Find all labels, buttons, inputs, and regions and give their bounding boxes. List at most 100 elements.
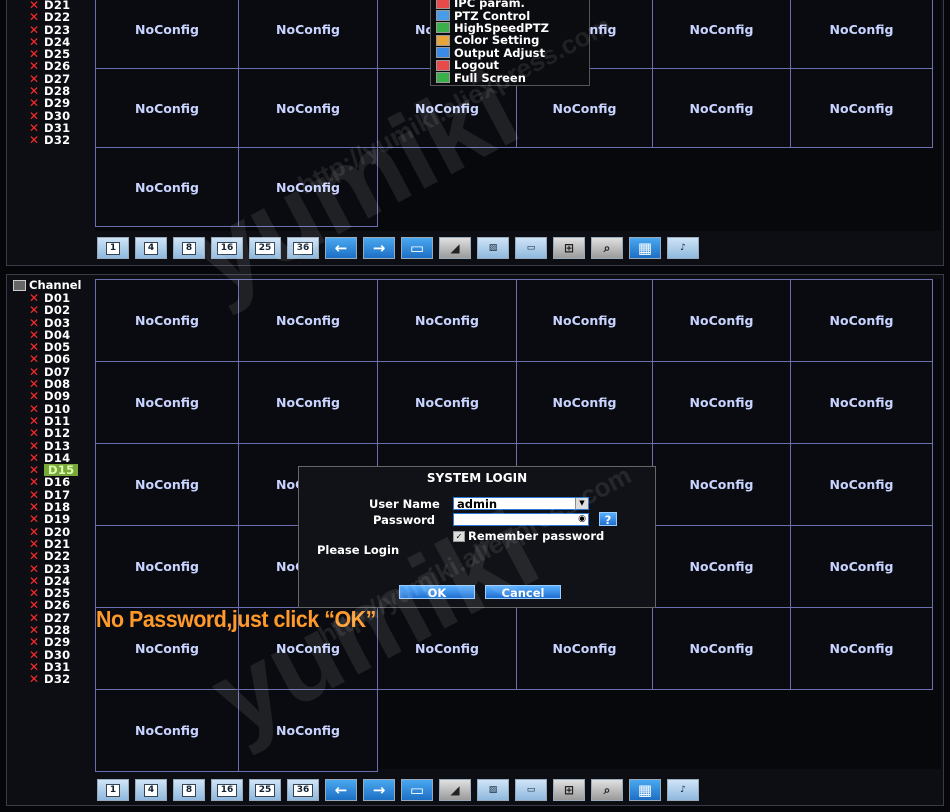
video-cell[interactable]: NoConfig [652, 0, 791, 69]
channel-item[interactable]: ✕ D09 [11, 389, 97, 404]
ok-button[interactable]: OK [399, 585, 475, 600]
video-cell[interactable]: NoConfig [652, 68, 791, 148]
video-cell[interactable]: NoConfig [790, 607, 933, 690]
channel-item[interactable]: ✕ D26 [11, 599, 97, 612]
video-cell[interactable]: NoConfig [652, 443, 791, 526]
password-input[interactable]: ◉ [453, 513, 589, 526]
cell-status-label: NoConfig [829, 395, 894, 410]
tour-button[interactable]: ▭ [401, 237, 433, 259]
video-cell[interactable]: NoConfig [95, 0, 239, 69]
channel-item[interactable]: ✕ D23 [11, 562, 97, 575]
layout-4-button[interactable]: 4 [135, 779, 167, 801]
layout-25-button[interactable]: 25 [249, 779, 281, 801]
layout-1-button[interactable]: 1 [97, 237, 129, 259]
output-button[interactable]: ▭ [515, 237, 547, 259]
channel-item[interactable]: ✕ D32 [11, 134, 97, 147]
context-menu-item[interactable]: HighSpeedPTZ [431, 21, 589, 35]
video-cell[interactable]: NoConfig [516, 279, 653, 362]
channel-item[interactable]: ✕ D22 [11, 11, 97, 24]
eye-icon[interactable]: ◉ [576, 514, 588, 525]
channel-item[interactable]: ✕ D19 [11, 513, 97, 526]
audio-button[interactable]: ♪ [667, 779, 699, 801]
channel-list-header[interactable]: Channel [11, 278, 97, 292]
video-cell[interactable]: NoConfig [238, 361, 378, 444]
layout-16-button[interactable]: 16 [211, 237, 243, 259]
network-button[interactable]: ⊞ [553, 237, 585, 259]
remember-checkbox[interactable]: ✓ [453, 530, 465, 542]
video-cell[interactable]: NoConfig [238, 68, 378, 148]
color-button[interactable]: ▨ [477, 237, 509, 259]
context-menu-item[interactable]: Logout [431, 58, 589, 72]
username-select[interactable]: admin ▼ [453, 497, 589, 511]
video-cell[interactable]: NoConfig [95, 147, 239, 227]
layout-36-button[interactable]: 36 [287, 779, 319, 801]
video-cell[interactable]: NoConfig [652, 279, 791, 362]
audio-button[interactable]: ♪ [667, 237, 699, 259]
video-cell[interactable]: NoConfig [516, 361, 653, 444]
layout-16-button[interactable]: 16 [211, 779, 243, 801]
video-cell[interactable]: NoConfig [95, 525, 239, 608]
video-cell[interactable]: NoConfig [95, 68, 239, 148]
next-page-button[interactable]: → [363, 779, 395, 801]
channel-item[interactable]: ✕ D06 [11, 353, 97, 366]
ptz-button[interactable]: ◢ [439, 237, 471, 259]
video-cell[interactable]: NoConfig [238, 147, 378, 227]
qr-button[interactable]: ▦ [629, 237, 661, 259]
search-button[interactable]: ⌕ [591, 237, 623, 259]
video-cell[interactable]: NoConfig [516, 607, 653, 690]
cancel-button[interactable]: Cancel [485, 585, 561, 600]
layout-1-button[interactable]: 1 [97, 779, 129, 801]
layout-8-button[interactable]: 8 [173, 237, 205, 259]
ptz-button[interactable]: ◢ [439, 779, 471, 801]
video-cell[interactable]: NoConfig [238, 0, 378, 69]
video-cell[interactable]: NoConfig [377, 607, 517, 690]
channel-item[interactable]: ✕ D12 [11, 427, 97, 440]
color-button[interactable]: ▨ [477, 779, 509, 801]
channel-item[interactable]: ✕ D29 [11, 97, 97, 110]
context-menu-item[interactable]: Full Screen [431, 71, 589, 85]
video-cell[interactable]: NoConfig [238, 689, 378, 772]
context-menu-item[interactable]: Color Setting [431, 33, 589, 47]
channel-item[interactable]: ✕ D13 [11, 439, 97, 452]
video-cell[interactable]: NoConfig [95, 689, 239, 772]
channel-item[interactable]: ✕ D22 [11, 550, 97, 563]
context-menu-item[interactable]: Output Adjust [431, 46, 589, 60]
search-button[interactable]: ⌕ [591, 779, 623, 801]
video-cell[interactable]: NoConfig [95, 361, 239, 444]
video-cell[interactable]: NoConfig [790, 279, 933, 362]
video-cell[interactable]: NoConfig [652, 361, 791, 444]
channel-item[interactable]: ✕ D02 [11, 304, 97, 317]
video-cell[interactable]: NoConfig [652, 607, 791, 690]
video-cell[interactable]: NoConfig [377, 361, 517, 444]
video-cell[interactable]: NoConfig [790, 0, 933, 69]
video-cell[interactable]: NoConfig [790, 443, 933, 526]
prev-page-button[interactable]: ← [325, 237, 357, 259]
video-cell[interactable]: NoConfig [652, 525, 791, 608]
tour-button[interactable]: ▭ [401, 779, 433, 801]
next-page-button[interactable]: → [363, 237, 395, 259]
video-cell[interactable]: NoConfig [377, 279, 517, 362]
qr-button[interactable]: ▦ [629, 779, 661, 801]
video-cell[interactable]: NoConfig [790, 68, 933, 148]
channel-label: D09 [44, 389, 71, 404]
channel-item[interactable]: ✕ D26 [11, 60, 97, 73]
layout-25-button[interactable]: 25 [249, 237, 281, 259]
remember-password-row[interactable]: ✓ Remember password [453, 529, 604, 543]
video-cell[interactable]: NoConfig [790, 361, 933, 444]
output-button[interactable]: ▭ [515, 779, 547, 801]
video-cell[interactable]: NoConfig [95, 443, 239, 526]
video-cell[interactable]: NoConfig [238, 279, 378, 362]
video-cell[interactable]: NoConfig [790, 525, 933, 608]
channel-item[interactable]: ✕ D29 [11, 636, 97, 649]
chevron-down-icon[interactable]: ▼ [575, 498, 588, 509]
network-button[interactable]: ⊞ [553, 779, 585, 801]
prev-page-button[interactable]: ← [325, 779, 357, 801]
channel-item[interactable]: ✕ D16 [11, 476, 97, 489]
layout-36-button[interactable]: 36 [287, 237, 319, 259]
channel-item[interactable]: ✕ D32 [11, 673, 97, 686]
layout-4-button[interactable]: 4 [135, 237, 167, 259]
help-button[interactable]: ? [599, 512, 617, 527]
layout-8-button[interactable]: 8 [173, 779, 205, 801]
context-menu-item[interactable]: PTZ Control [431, 9, 589, 23]
video-cell[interactable]: NoConfig [95, 279, 239, 362]
